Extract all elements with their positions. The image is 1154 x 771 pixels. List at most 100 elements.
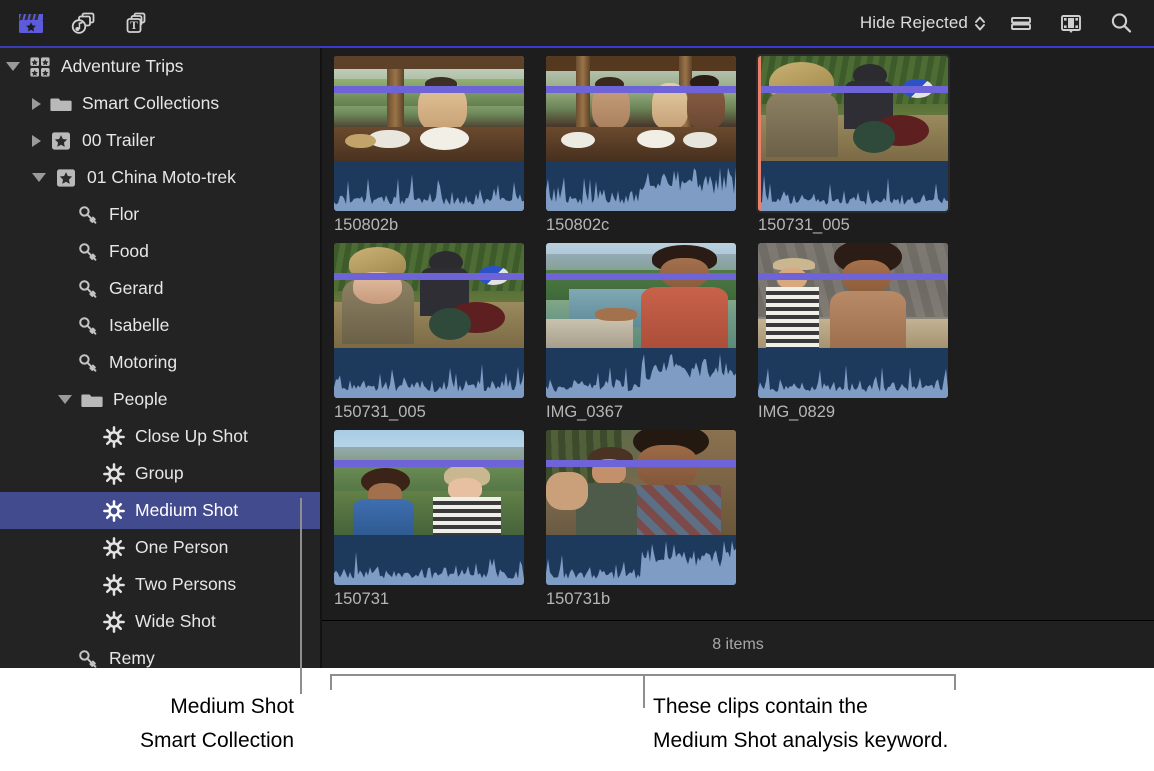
sidebar-item-label: Medium Shot — [135, 500, 238, 521]
sidebar-item-two-persons[interactable]: Two Persons — [0, 566, 320, 603]
library-icon — [28, 55, 52, 79]
list-view-icon[interactable] — [1006, 8, 1036, 38]
callout-right-text: These clips contain the Medium Shot anal… — [653, 690, 948, 758]
sidebar-item-label: Isabelle — [109, 315, 169, 336]
sidebar-item-label: One Person — [135, 537, 228, 558]
keyword-marker-bar[interactable] — [546, 86, 736, 93]
sidebar-item-close-up-shot[interactable]: Close Up Shot — [0, 418, 320, 455]
analysis-icon — [102, 536, 126, 560]
event-icon — [49, 129, 73, 153]
keyword-marker-bar[interactable] — [758, 86, 948, 93]
twisty-placeholder — [58, 209, 67, 221]
sidebar-item-gerard[interactable]: Gerard — [0, 270, 320, 307]
clip-item[interactable]: 150802b — [334, 56, 546, 235]
sidebar-item-01-china-moto-trek[interactable]: 01 China Moto-trek — [0, 159, 320, 196]
clip-thumbnail[interactable] — [546, 243, 736, 398]
sidebar-item-medium-shot[interactable]: Medium Shot — [0, 492, 320, 529]
keyword-marker-bar[interactable] — [758, 273, 948, 280]
callout-left-leader — [300, 498, 302, 694]
filmstrip-view-icon[interactable] — [1056, 8, 1086, 38]
sidebar-item-label: Two Persons — [135, 574, 236, 595]
chevron-down-icon[interactable] — [58, 395, 72, 404]
sidebar-item-wide-shot[interactable]: Wide Shot — [0, 603, 320, 640]
clip-item[interactable]: IMG_0829 — [758, 243, 970, 422]
clip-audio-waveform — [758, 161, 948, 211]
clip-grid: 150802b150802c150731_005150731_005IMG_03… — [334, 56, 1154, 617]
clip-filmstrip — [758, 243, 948, 348]
clip-filmstrip — [546, 56, 736, 161]
twisty-placeholder — [58, 320, 67, 332]
clip-item[interactable]: 150802c — [546, 56, 758, 235]
sidebar-item-label: Close Up Shot — [135, 426, 248, 447]
filter-popup-button[interactable]: Hide Rejected — [860, 13, 986, 33]
sidebar-item-food[interactable]: Food — [0, 233, 320, 270]
clip-name-label: 150731b — [546, 590, 758, 609]
sidebar-item-remy[interactable]: Remy — [0, 640, 320, 668]
twisty-placeholder — [84, 579, 93, 591]
callout-right-leader — [643, 674, 645, 708]
sidebar-item-one-person[interactable]: One Person — [0, 529, 320, 566]
keyword-marker-bar[interactable] — [334, 86, 524, 93]
clip-name-label: 150731_005 — [334, 403, 546, 422]
photos-audio-icon[interactable] — [68, 8, 98, 38]
clip-name-label: 150802c — [546, 216, 758, 235]
item-count-label: 8 items — [712, 636, 764, 654]
clip-thumbnail[interactable] — [334, 243, 524, 398]
clip-thumbnail[interactable] — [334, 430, 524, 585]
search-icon[interactable] — [1106, 8, 1136, 38]
titles-generators-icon[interactable]: T — [120, 8, 150, 38]
chevron-down-icon[interactable] — [32, 173, 46, 182]
sidebar-item-label: 00 Trailer — [82, 130, 155, 151]
analysis-icon — [102, 499, 126, 523]
callout-left-line2: Smart Collection — [140, 724, 294, 758]
clip-thumbnail[interactable] — [546, 430, 736, 585]
sidebar-item-00-trailer[interactable]: 00 Trailer — [0, 122, 320, 159]
skimmer-playhead — [758, 56, 761, 211]
clip-thumbnail[interactable] — [334, 56, 524, 211]
clip-item[interactable]: 150731 — [334, 430, 546, 609]
sidebar-item-label: Wide Shot — [135, 611, 216, 632]
sidebar-item-isabelle[interactable]: Isabelle — [0, 307, 320, 344]
sidebar-item-adventure-trips[interactable]: Adventure Trips — [0, 48, 320, 85]
chevron-down-icon[interactable] — [6, 62, 20, 71]
clip-thumbnail[interactable] — [546, 56, 736, 211]
clip-thumbnail[interactable] — [758, 243, 948, 398]
clip-name-label: 150731 — [334, 590, 546, 609]
clip-filmstrip — [758, 56, 948, 161]
clip-item[interactable]: 150731_005 — [758, 56, 970, 235]
clip-item[interactable]: 150731_005 — [334, 243, 546, 422]
clip-thumbnail[interactable] — [758, 56, 948, 211]
clip-audio-waveform — [758, 348, 948, 398]
clip-audio-waveform — [334, 348, 524, 398]
callout-bracket-left-tick — [330, 674, 332, 690]
twisty-placeholder — [84, 468, 93, 480]
keyword-marker-bar[interactable] — [334, 460, 524, 467]
keyword-icon — [76, 647, 100, 669]
callout-bracket-right-tick — [954, 674, 956, 690]
sidebar-item-flor[interactable]: Flor — [0, 196, 320, 233]
chevron-right-icon[interactable] — [32, 135, 41, 147]
clip-browser[interactable]: 150802b150802c150731_005150731_005IMG_03… — [322, 48, 1154, 620]
keyword-marker-bar[interactable] — [546, 273, 736, 280]
keyword-marker-bar[interactable] — [546, 460, 736, 467]
keyword-marker-bar[interactable] — [334, 273, 524, 280]
twisty-placeholder — [58, 653, 67, 665]
clip-audio-waveform — [546, 348, 736, 398]
analysis-icon — [102, 610, 126, 634]
libraries-icon[interactable] — [16, 8, 46, 38]
chevron-right-icon[interactable] — [32, 98, 41, 110]
twisty-placeholder — [58, 357, 67, 369]
clip-name-label: 150731_005 — [758, 216, 970, 235]
sidebar-item-label: Food — [109, 241, 149, 262]
sidebar-item-people[interactable]: People — [0, 381, 320, 418]
sidebar-item-group[interactable]: Group — [0, 455, 320, 492]
analysis-icon — [102, 425, 126, 449]
clip-item[interactable]: 150731b — [546, 430, 758, 609]
libraries-sidebar[interactable]: Adventure TripsSmart Collections 00 Trail… — [0, 48, 320, 668]
sidebar-item-smart-collections[interactable]: Smart Collections — [0, 85, 320, 122]
keyword-icon — [76, 314, 100, 338]
clip-audio-waveform — [546, 161, 736, 211]
sidebar-item-motoring[interactable]: Motoring — [0, 344, 320, 381]
clip-item[interactable]: IMG_0367 — [546, 243, 758, 422]
clip-filmstrip — [334, 243, 524, 348]
